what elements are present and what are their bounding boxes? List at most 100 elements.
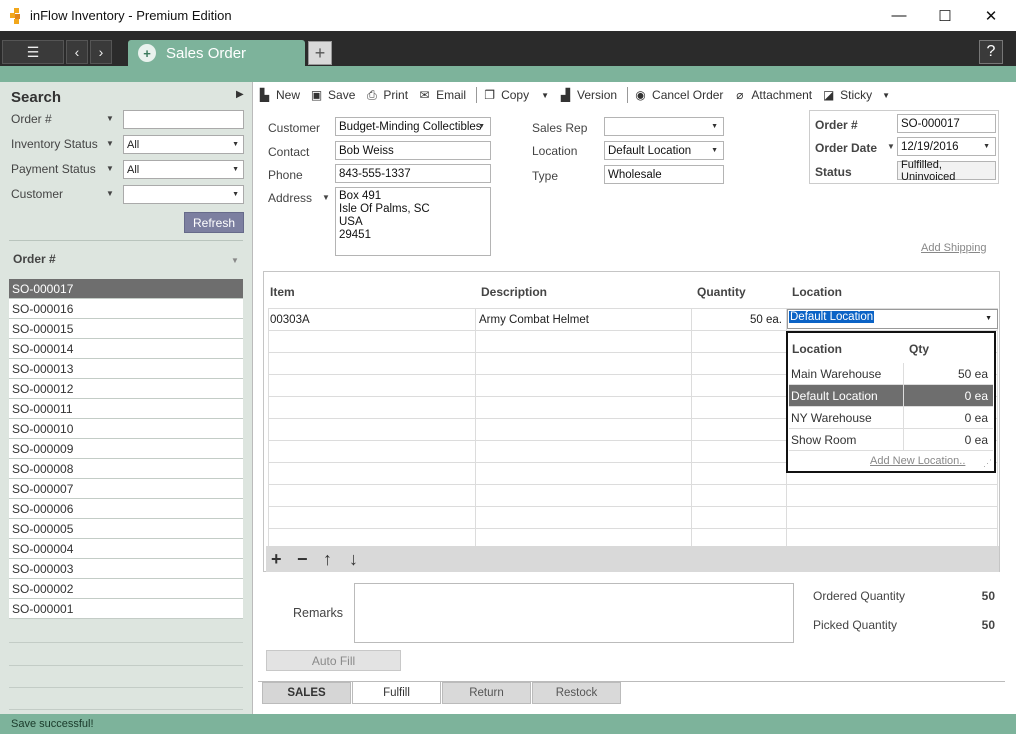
payment-status-select[interactable]: All ▼	[123, 160, 244, 179]
version-button[interactable]: ▟ Version	[559, 88, 617, 102]
order-list-item[interactable]: SO-000012	[9, 379, 243, 399]
forward-icon[interactable]: ›	[90, 40, 112, 64]
dropdown-arrow-icon[interactable]: ▼	[106, 139, 114, 148]
customer-filter-select[interactable]: ▼	[123, 185, 244, 204]
order-list-item[interactable]: SO-000014	[9, 339, 243, 359]
tab-fulfill[interactable]: Fulfill	[352, 682, 441, 704]
dropdown-arrow-icon[interactable]: ▼	[106, 114, 114, 123]
dropdown-arrow-icon[interactable]: ▼	[106, 189, 114, 198]
new-button[interactable]: ▙ New	[258, 88, 300, 102]
save-label: Save	[328, 88, 356, 102]
location-option-row[interactable]: Default Location 0 ea	[789, 385, 993, 407]
grid-line	[691, 309, 692, 546]
maximize-button[interactable]: ☐	[922, 0, 968, 31]
order-list-item[interactable]: SO-000003	[9, 559, 243, 579]
order-list-item[interactable]: SO-000016	[9, 299, 243, 319]
order-list-item[interactable]: SO-000017	[9, 279, 243, 299]
sales-rep-select[interactable]: ▼	[604, 117, 724, 136]
cell-quantity[interactable]: 50 ea.	[692, 314, 782, 326]
order-list-item[interactable]: SO-000007	[9, 479, 243, 499]
minimize-button[interactable]: —	[876, 0, 922, 31]
resize-grip-icon[interactable]: ⋰	[983, 458, 992, 469]
add-row-icon[interactable]: +	[271, 549, 282, 570]
remove-row-icon[interactable]: −	[297, 549, 308, 570]
column-header-quantity[interactable]: Quantity	[697, 285, 746, 299]
address-field[interactable]: Box 491 Isle Of Palms, SC USA 29451	[335, 187, 491, 256]
tab-return[interactable]: Return	[442, 682, 531, 704]
grid-toolbar	[266, 546, 999, 572]
cell-item[interactable]: 00303A	[270, 314, 310, 326]
back-icon[interactable]: ‹	[66, 40, 88, 64]
chevron-down-icon[interactable]: ▼	[882, 91, 890, 100]
order-number-field[interactable]: SO-000017	[897, 114, 996, 133]
inventory-status-select[interactable]: All ▼	[123, 135, 244, 154]
order-list-item[interactable]: SO-000008	[9, 459, 243, 479]
customer-select[interactable]: Budget-Minding Collectibles ▼	[335, 117, 491, 136]
column-header-item[interactable]: Item	[270, 285, 295, 299]
order-list-item[interactable]: SO-000011	[9, 399, 243, 419]
column-header-description[interactable]: Description	[481, 285, 547, 299]
cancel-order-button[interactable]: ◉ Cancel Order	[634, 88, 723, 102]
grid-line	[268, 528, 998, 529]
print-button[interactable]: ⎙ Print	[365, 88, 408, 102]
cell-location-value: Default Location	[789, 311, 875, 323]
email-button[interactable]: ✉ Email	[418, 88, 467, 102]
help-button[interactable]: ?	[979, 40, 1003, 64]
filter-label-order: Order #	[11, 112, 52, 126]
chevron-down-icon[interactable]: ▼	[541, 91, 549, 100]
location-option-qty: 0 ea	[964, 411, 988, 425]
dropdown-arrow-icon[interactable]: ▼	[887, 142, 895, 151]
dropdown-arrow-icon[interactable]: ▼	[106, 164, 114, 173]
new-document-icon: ▙	[259, 87, 270, 102]
add-tab-button[interactable]: +	[308, 41, 332, 65]
contact-field[interactable]: Bob Weiss	[335, 141, 491, 160]
order-list-item[interactable]: SO-000001	[9, 599, 243, 619]
tab-label: Sales Order	[166, 44, 247, 62]
location-option-row[interactable]: Main Warehouse 50 ea	[789, 363, 993, 385]
tab-restock[interactable]: Restock	[532, 682, 621, 704]
refresh-button[interactable]: Refresh	[184, 212, 244, 233]
auto-fill-button[interactable]: Auto Fill	[266, 650, 401, 671]
order-list-item[interactable]: SO-000015	[9, 319, 243, 339]
attachment-button[interactable]: ⌀ Attachment	[733, 88, 812, 102]
column-header-location[interactable]: Location	[792, 285, 842, 299]
move-up-icon[interactable]: ↑	[323, 549, 332, 570]
location-select[interactable]: Default Location ▼	[604, 141, 724, 160]
remarks-label: Remarks	[293, 606, 344, 620]
remarks-field[interactable]	[354, 583, 794, 643]
close-button[interactable]: ✕	[968, 0, 1014, 31]
location-option-row[interactable]: NY Warehouse 0 ea	[789, 407, 993, 429]
order-list-item[interactable]: SO-000009	[9, 439, 243, 459]
collapse-arrow-icon[interactable]: ▶	[236, 89, 244, 100]
menu-icon[interactable]: ☰	[2, 40, 64, 64]
filter-label-inventory-status: Inventory Status	[11, 137, 98, 151]
order-list-item[interactable]: SO-000005	[9, 519, 243, 539]
order-list-item[interactable]: SO-000002	[9, 579, 243, 599]
order-list-item[interactable]: SO-000004	[9, 539, 243, 559]
sort-icon[interactable]: ▼	[231, 256, 239, 265]
list-item-empty	[9, 668, 243, 688]
order-list-item[interactable]: SO-000013	[9, 359, 243, 379]
move-down-icon[interactable]: ↓	[349, 549, 358, 570]
sticky-button[interactable]: ◪ Sticky ▼	[822, 88, 890, 102]
cell-description[interactable]: Army Combat Helmet	[479, 314, 589, 326]
chevron-down-icon: ▼	[983, 143, 990, 150]
phone-field[interactable]: 843-555-1337	[335, 164, 491, 183]
save-button[interactable]: ▣ Save	[310, 88, 356, 102]
tab-sales[interactable]: SALES	[262, 682, 351, 704]
cell-location-select[interactable]: Default Location ▼	[787, 309, 998, 329]
popup-header-qty: Qty	[909, 342, 930, 356]
add-shipping-link[interactable]: Add Shipping	[921, 242, 986, 254]
order-date-picker[interactable]: 12/19/2016 ▼	[897, 137, 996, 156]
order-list-item[interactable]: SO-000010	[9, 419, 243, 439]
order-number-input[interactable]	[123, 110, 244, 129]
dropdown-arrow-icon[interactable]: ▼	[322, 193, 330, 202]
type-field[interactable]: Wholesale	[604, 165, 724, 184]
location-option-row[interactable]: Show Room 0 ea	[789, 429, 993, 451]
add-new-location-link[interactable]: Add New Location..	[870, 455, 965, 467]
copy-button[interactable]: ❐ Copy ▼	[483, 88, 549, 102]
tab-sales-order[interactable]: + Sales Order	[128, 40, 305, 66]
order-list-header[interactable]: Order #	[9, 240, 243, 276]
order-date-value: 12/19/2016	[901, 140, 959, 153]
order-list-item[interactable]: SO-000006	[9, 499, 243, 519]
